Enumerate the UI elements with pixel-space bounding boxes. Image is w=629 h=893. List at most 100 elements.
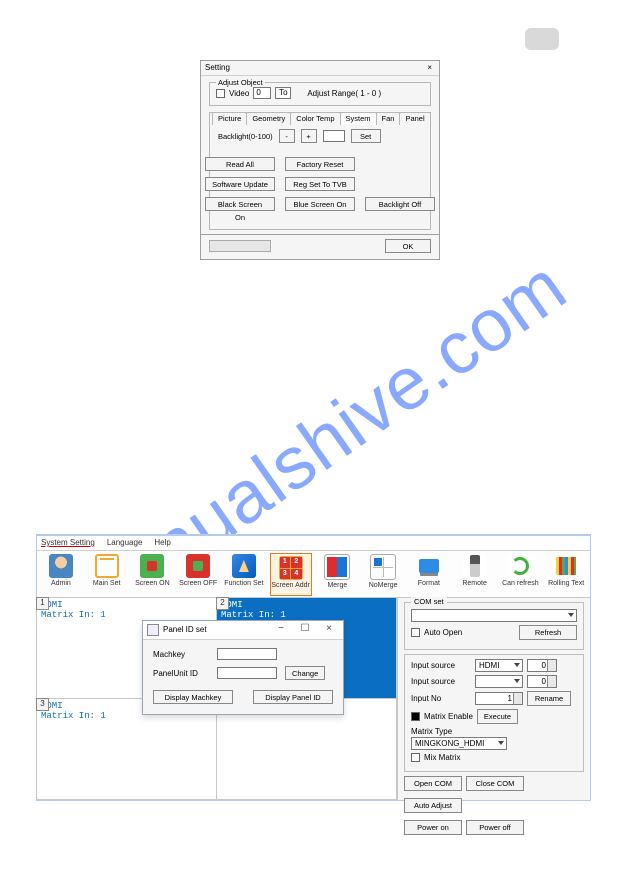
input-source-label-2: Input source: [411, 677, 471, 686]
rolling-text-icon: [554, 554, 578, 578]
matrix-enable-checkbox[interactable]: [411, 712, 420, 721]
group-label: COM set: [411, 597, 447, 606]
software-update-button[interactable]: Software Update: [205, 177, 275, 191]
power-on-button[interactable]: Power on: [404, 820, 462, 835]
blue-screen-on-button[interactable]: Blue Screen On: [285, 197, 355, 211]
cell-number: 1: [36, 597, 49, 610]
cell-matrix: Matrix In: 1: [221, 610, 392, 620]
minimize-icon[interactable]: −: [271, 623, 291, 637]
dialog-titlebar[interactable]: Setting ×: [201, 61, 439, 76]
tab-colortemp[interactable]: Color Temp: [290, 112, 340, 125]
screen-off-icon: [186, 554, 210, 578]
close-com-button[interactable]: Close COM: [466, 776, 524, 791]
cell-number: 2: [216, 597, 229, 610]
backlight-minus-button[interactable]: -: [279, 129, 295, 143]
display-panel-id-button[interactable]: Display Panel ID: [253, 690, 333, 704]
cell-matrix: Matrix In: 1: [41, 610, 212, 620]
menu-language[interactable]: Language: [107, 536, 143, 550]
auto-open-checkbox[interactable]: [411, 628, 420, 637]
video-id-input[interactable]: 0: [253, 87, 271, 99]
input-source-spin-2[interactable]: 0: [527, 675, 557, 688]
toolbar-screen-on[interactable]: Screen ON: [133, 553, 173, 593]
ok-button[interactable]: OK: [385, 239, 431, 253]
display-machkey-button[interactable]: Display Machkey: [153, 690, 233, 704]
tab-geometry[interactable]: Geometry: [246, 112, 291, 125]
matrix-type-combo[interactable]: MINGKONG_HDMI: [411, 737, 507, 750]
reg-set-button[interactable]: Reg Set To TVB: [285, 177, 355, 191]
tab-panel[interactable]: Panel: [399, 112, 430, 125]
machkey-label: Machkey: [153, 650, 209, 659]
toolbar-can-refresh[interactable]: Can refresh: [501, 553, 541, 593]
backlight-set-button[interactable]: Set: [351, 129, 381, 143]
screen-on-icon: [140, 554, 164, 578]
video-checkbox[interactable]: [216, 89, 225, 98]
black-screen-on-button[interactable]: Black Screen On: [205, 197, 275, 211]
toolbar-format[interactable]: Format: [409, 553, 449, 593]
to-label: To: [275, 87, 291, 99]
matrix-type-label: Matrix Type: [411, 727, 452, 736]
close-icon[interactable]: ×: [424, 61, 435, 75]
input-no-label: Input No: [411, 694, 471, 703]
page-badge: [525, 28, 559, 50]
backlight-off-button[interactable]: Backlight Off: [365, 197, 435, 211]
side-panel: COM set Auto Open Refresh Input source H…: [398, 598, 590, 800]
change-button[interactable]: Change: [285, 666, 325, 680]
toolbar-screen-off[interactable]: Screen OFF: [178, 553, 218, 593]
backlight-plus-button[interactable]: +: [301, 129, 317, 143]
refresh-icon: [508, 554, 532, 578]
group-label: Adjust Object: [216, 78, 265, 87]
panel-id-icon: [147, 624, 159, 636]
matrix-enable-label: Matrix Enable: [424, 712, 473, 721]
close-icon[interactable]: ×: [319, 623, 339, 637]
tab-picture[interactable]: Picture: [212, 112, 247, 125]
open-com-button[interactable]: Open COM: [404, 776, 462, 791]
toolbar: Admin Main Set Screen ON Screen OFF Func…: [37, 551, 590, 598]
tab-system[interactable]: System: [340, 112, 377, 125]
com-set-group: COM set Auto Open Refresh: [404, 602, 584, 650]
toolbar-screen-addr[interactable]: 1234 Screen Addr: [270, 553, 312, 596]
cell-source: HDMI: [41, 600, 212, 610]
backlight-value-input[interactable]: [323, 130, 345, 142]
remote-icon: [463, 554, 487, 578]
toolbar-remote[interactable]: Remote: [455, 553, 495, 593]
toolbar-main-set[interactable]: Main Set: [87, 553, 127, 593]
toolbar-admin[interactable]: Admin: [41, 553, 81, 593]
toolbar-function-set[interactable]: Function Set: [224, 553, 264, 593]
monitor-icon: [417, 554, 441, 578]
panelunit-id-input[interactable]: [217, 667, 277, 679]
menubar: System Setting Language Help: [37, 536, 590, 551]
refresh-button[interactable]: Refresh: [519, 625, 577, 640]
settings-dialog: Setting × Adjust Object Video 0 To Adjus…: [200, 60, 440, 260]
video-wall-grid[interactable]: 1 HDMI Matrix In: 1 2 HDMI Matrix In: 1 …: [37, 598, 398, 800]
input-no-spin[interactable]: 1: [475, 692, 523, 705]
toolbar-nomerge[interactable]: NoMerge: [363, 553, 403, 593]
input-source-spin[interactable]: 0: [527, 659, 557, 672]
adjust-range-label: Adjust Range( 1 - 0 ): [307, 89, 381, 98]
panel-id-titlebar[interactable]: Panel ID set − ☐ ×: [143, 621, 343, 640]
panel-id-title: Panel ID set: [163, 621, 207, 639]
auto-adjust-button[interactable]: Auto Adjust: [404, 798, 462, 813]
com-port-combo[interactable]: [411, 609, 577, 622]
tab-fan[interactable]: Fan: [376, 112, 401, 125]
menu-system-setting[interactable]: System Setting: [41, 536, 95, 550]
toolbar-rolling-text[interactable]: Rolling Text: [546, 553, 586, 593]
input-source-combo-2[interactable]: [475, 675, 523, 688]
cell-number: 3: [36, 698, 49, 711]
input-group: Input source HDMI 0 Input source 0 Input…: [404, 654, 584, 772]
machkey-input[interactable]: [217, 648, 277, 660]
maximize-icon[interactable]: ☐: [295, 623, 315, 637]
backlight-label: Backlight(0-100): [218, 132, 273, 141]
cell-source: HDMI: [221, 600, 392, 610]
clipboard-icon: [95, 554, 119, 578]
rename-button[interactable]: Rename: [527, 691, 571, 706]
input-source-combo[interactable]: HDMI: [475, 659, 523, 672]
execute-button[interactable]: Execute: [477, 709, 518, 724]
toolbar-merge[interactable]: Merge: [318, 553, 358, 593]
power-off-button[interactable]: Power off: [466, 820, 524, 835]
mix-matrix-checkbox[interactable]: [411, 753, 420, 762]
panel-id-dialog: Panel ID set − ☐ × Machkey PanelUnit ID …: [142, 620, 344, 715]
factory-reset-button[interactable]: Factory Reset: [285, 157, 355, 171]
menu-help[interactable]: Help: [154, 536, 170, 550]
read-all-button[interactable]: Read All: [205, 157, 275, 171]
nomerge-icon: [370, 554, 396, 580]
